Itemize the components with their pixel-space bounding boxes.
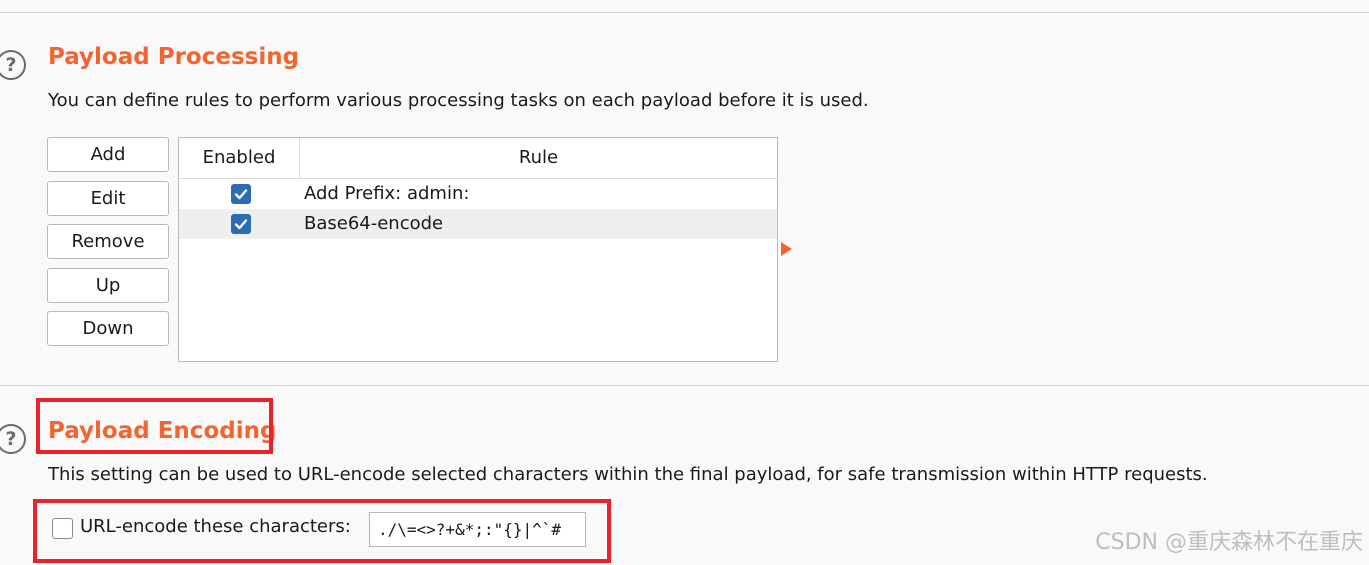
table-row[interactable]: Add Prefix: admin: — [179, 179, 777, 209]
title-highlight-box — [36, 398, 273, 454]
down-button[interactable]: Down — [47, 311, 169, 346]
section-description-payload-processing: You can define rules to perform various … — [48, 90, 869, 111]
url-encode-label[interactable]: URL-encode these characters: — [80, 516, 351, 537]
enabled-checkbox[interactable] — [231, 214, 251, 234]
processing-rules-table: Enabled Rule Add Prefix: admin: Base64-e… — [178, 137, 778, 362]
url-encode-checkbox[interactable] — [52, 518, 73, 539]
help-icon[interactable]: ? — [0, 50, 26, 80]
remove-button[interactable]: Remove — [47, 224, 169, 259]
checkmark-icon — [234, 189, 248, 200]
url-encode-characters-input[interactable] — [369, 512, 586, 547]
checkmark-icon — [234, 219, 248, 230]
edit-button[interactable]: Edit — [47, 181, 169, 216]
up-button[interactable]: Up — [47, 268, 169, 303]
rule-cell: Add Prefix: admin: — [304, 183, 470, 204]
add-button[interactable]: Add — [47, 137, 169, 172]
rule-cell: Base64-encode — [304, 213, 444, 234]
column-header-enabled[interactable]: Enabled — [179, 138, 300, 178]
column-header-rule[interactable]: Rule — [300, 138, 777, 178]
table-header: Enabled Rule — [179, 138, 777, 179]
section-divider — [0, 385, 1369, 386]
top-divider — [0, 12, 1369, 13]
triangle-right-icon[interactable] — [781, 242, 792, 256]
table-row[interactable]: Base64-encode — [179, 209, 777, 239]
section-description-payload-encoding: This setting can be used to URL-encode s… — [48, 464, 1208, 485]
watermark: CSDN @重庆森林不在重庆 — [1095, 530, 1363, 555]
section-title-payload-processing: Payload Processing — [48, 44, 300, 70]
help-icon[interactable]: ? — [0, 424, 26, 454]
enabled-checkbox[interactable] — [231, 184, 251, 204]
